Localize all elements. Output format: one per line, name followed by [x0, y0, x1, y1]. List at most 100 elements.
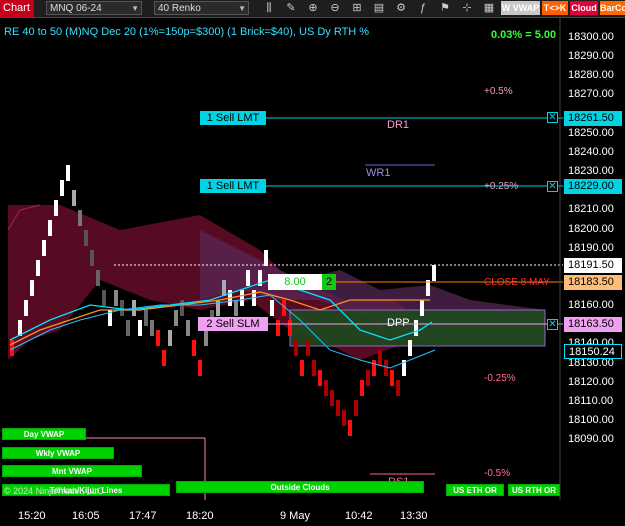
instrument-selector[interactable]: MNQ 06-24 ▼ — [46, 1, 142, 15]
renko-brick — [180, 300, 184, 316]
renko-brick — [348, 420, 352, 436]
renko-brick — [294, 340, 298, 356]
bar-type-selector[interactable]: 40 Renko ▼ — [154, 1, 249, 15]
renko-brick — [222, 280, 226, 296]
renko-brick — [246, 270, 250, 286]
renko-brick — [288, 320, 292, 336]
chart-tab-label[interactable]: Chart — [0, 0, 34, 17]
cancel-order-icon[interactable]: ✕ — [547, 319, 558, 330]
renko-brick — [414, 320, 418, 336]
bar-style-icon[interactable]: ⫼ — [262, 1, 276, 15]
price-axis-label: 18110.00 — [568, 394, 614, 407]
draw-icon[interactable]: ✎ — [284, 1, 298, 15]
barcolor-button[interactable]: BarCo — [600, 1, 625, 15]
renko-brick — [156, 330, 160, 346]
chart-title: RE 40 to 50 (M)NQ Dec 20 (1%=150p=$300) … — [4, 26, 370, 38]
us-rth-or-button[interactable]: US RTH OR — [508, 484, 560, 496]
last-price-box: 18191.50 — [564, 258, 622, 273]
chevron-down-icon: ▼ — [238, 4, 246, 13]
renko-brick — [162, 350, 166, 366]
renko-brick — [150, 320, 154, 336]
level-plus-05: +0.5% — [484, 86, 513, 97]
order-price-1: 18261.50 — [564, 111, 622, 126]
position-quantity[interactable]: 8.00 — [268, 274, 322, 290]
renko-brick — [78, 210, 82, 226]
renko-brick — [36, 260, 40, 276]
zoom-out-icon[interactable]: ⊖ — [328, 1, 342, 15]
time-label: 9 May — [280, 510, 310, 522]
renko-brick — [168, 330, 172, 346]
ninjatrader-chart-window: Chart MNQ 06-24 ▼ 40 Renko ▼ ⫼ ✎ ⊕ ⊖ ⊞ ▤… — [0, 0, 625, 526]
renko-brick — [396, 380, 400, 396]
renko-brick — [312, 360, 316, 376]
flag-icon[interactable]: ⚑ — [438, 1, 452, 15]
renko-brick — [30, 280, 34, 296]
time-label: 18:20 — [186, 510, 214, 522]
renko-brick — [90, 250, 94, 266]
copyright-text: © 2024 NinjaTrader, LLC — [4, 486, 104, 496]
w-vwap-button[interactable]: W VWAP — [501, 1, 540, 15]
renko-brick — [138, 320, 142, 336]
renko-brick — [72, 190, 76, 206]
price-axis-label: 18090.00 — [568, 433, 614, 446]
renko-brick — [54, 200, 58, 216]
renko-brick — [24, 300, 28, 316]
renko-brick — [408, 340, 412, 356]
order-price-3: 18163.50 — [564, 317, 622, 332]
position-count[interactable]: 2 — [322, 274, 336, 290]
renko-brick — [174, 310, 178, 326]
us-eth-or-button[interactable]: US ETH OR — [446, 484, 504, 496]
level-minus-025: -0.25% — [484, 373, 516, 384]
price-axis-label: 18190.00 — [568, 241, 614, 254]
renko-brick — [204, 330, 208, 346]
lower-price-box: 18150.24 — [564, 344, 622, 359]
renko-brick — [330, 390, 334, 406]
properties-icon[interactable]: ⊞ — [350, 1, 364, 15]
indicators-icon[interactable]: ƒ — [416, 1, 430, 15]
day-vwap-button[interactable]: Day VWAP — [2, 428, 86, 440]
renko-brick — [186, 320, 190, 336]
pivot-dr1: DR1 — [387, 119, 410, 131]
sell-lmt-order-1[interactable]: 1 Sell LMT — [200, 111, 266, 125]
strategies-icon[interactable]: ⚙ — [394, 1, 408, 15]
renko-brick — [390, 370, 394, 386]
monthly-vwap-button[interactable]: Mnt VWAP — [2, 465, 142, 477]
renko-brick — [384, 360, 388, 376]
price-axis-label: 18210.00 — [568, 203, 614, 216]
renko-brick — [270, 300, 274, 316]
renko-brick — [354, 400, 358, 416]
renko-brick — [300, 360, 304, 376]
renko-brick — [48, 220, 52, 236]
renko-brick — [126, 320, 130, 336]
renko-brick — [324, 380, 328, 396]
cancel-order-icon[interactable]: ✕ — [547, 112, 558, 123]
renko-brick — [198, 360, 202, 376]
renko-brick — [234, 300, 238, 316]
time-label: 10:42 — [345, 510, 373, 522]
templates-icon[interactable]: ▤ — [372, 1, 386, 15]
data-box-icon[interactable]: ▦ — [482, 1, 496, 15]
sell-slm-order[interactable]: 2 Sell SLM — [198, 317, 268, 331]
price-axis-label: 18270.00 — [568, 88, 614, 101]
pivot-wr1: WR1 — [366, 167, 391, 179]
tk-button[interactable]: T<>K — [542, 1, 568, 15]
pin-icon[interactable]: ⊹ — [460, 1, 474, 15]
pivot-dpp: DPP — [387, 317, 410, 329]
renko-brick — [420, 300, 424, 316]
zoom-in-icon[interactable]: ⊕ — [306, 1, 320, 15]
weekly-vwap-button[interactable]: Wkly VWAP — [2, 447, 114, 459]
sell-lmt-order-2[interactable]: 1 Sell LMT — [200, 179, 266, 193]
cloud-button[interactable]: Cloud — [570, 1, 598, 15]
time-label: 15:20 — [18, 510, 46, 522]
cancel-order-icon[interactable]: ✕ — [547, 181, 558, 192]
renko-brick — [66, 165, 70, 181]
time-label: 17:47 — [129, 510, 157, 522]
renko-brick — [84, 230, 88, 246]
chart-toolbar: Chart MNQ 06-24 ▼ 40 Renko ▼ ⫼ ✎ ⊕ ⊖ ⊞ ▤… — [0, 0, 625, 18]
renko-brick — [306, 340, 310, 356]
outside-clouds-button[interactable]: Outside Clouds — [176, 481, 424, 493]
price-axis-label: 18230.00 — [568, 165, 614, 178]
renko-brick — [378, 350, 382, 366]
renko-brick — [192, 340, 196, 356]
renko-brick — [318, 370, 322, 386]
